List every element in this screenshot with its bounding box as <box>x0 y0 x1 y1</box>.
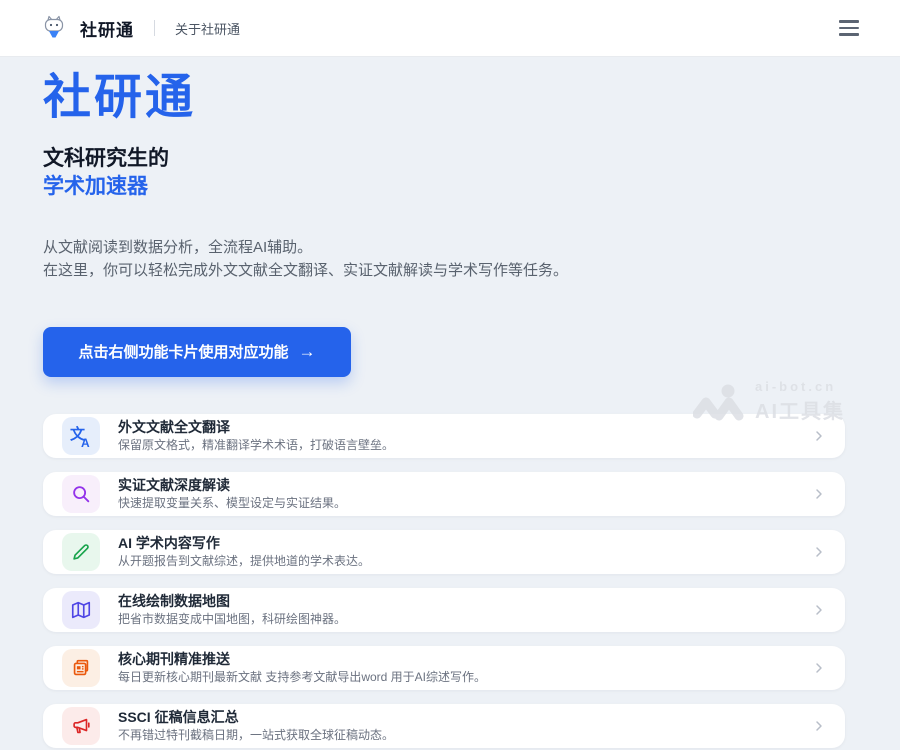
feature-card-interpret[interactable]: 实证文献深度解读 快速提取变量关系、模型设定与实证结果。 <box>43 472 845 516</box>
feature-title: 在线绘制数据地图 <box>118 593 811 610</box>
nav-brand-group: 社研通 关于社研通 <box>42 15 240 41</box>
feature-card-ssci[interactable]: SSCI 征稿信息汇总 不再错过特刊截稿日期，一站式获取全球征稿动态。 <box>43 704 845 748</box>
cta-button[interactable]: 点击右侧功能卡片使用对应功能 → <box>43 327 351 377</box>
chevron-right-icon <box>811 428 827 444</box>
main-content: 社研通 文科研究生的 学术加速器 从文献阅读到数据分析，全流程AI辅助。 在这里… <box>0 57 900 748</box>
feature-desc: 把省市数据变成中国地图，科研绘图神器。 <box>118 612 811 626</box>
hero-subtitle-line2: 学术加速器 <box>43 173 845 201</box>
chevron-right-icon <box>811 486 827 502</box>
nav-divider <box>154 20 155 36</box>
watermark-url: ai-bot.cn <box>755 379 836 394</box>
translate-icon: 文 A <box>62 417 100 455</box>
feature-desc: 快速提取变量关系、模型设定与实证结果。 <box>118 496 811 510</box>
feature-desc: 每日更新核心期刊最新文献 支持参考文献导出word 用于AI综述写作。 <box>118 670 811 684</box>
map-icon <box>62 591 100 629</box>
feature-card-map[interactable]: 在线绘制数据地图 把省市数据变成中国地图，科研绘图神器。 <box>43 588 845 632</box>
feature-title: 核心期刊精准推送 <box>118 651 811 668</box>
newspaper-icon <box>62 649 100 687</box>
feature-card-list: 文 A 外文文献全文翻译 保留原文格式，精准翻译学术术语，打破语言壁垒。 实证文… <box>43 414 845 748</box>
feature-card-journal-push[interactable]: 核心期刊精准推送 每日更新核心期刊最新文献 支持参考文献导出word 用于AI综… <box>43 646 845 690</box>
feature-desc: 保留原文格式，精准翻译学术术语，打破语言壁垒。 <box>118 438 811 452</box>
feature-title: SSCI 征稿信息汇总 <box>118 709 811 726</box>
feature-card-writing[interactable]: AI 学术内容写作 从开题报告到文献综述，提供地道的学术表达。 <box>43 530 845 574</box>
chevron-right-icon <box>811 660 827 676</box>
feature-desc: 从开题报告到文献综述，提供地道的学术表达。 <box>118 554 811 568</box>
feature-title: AI 学术内容写作 <box>118 535 811 552</box>
navbar: 社研通 关于社研通 <box>0 0 900 57</box>
brand-name: 社研通 <box>80 16 134 41</box>
hero-subtitle-line1: 文科研究生的 <box>43 145 845 173</box>
feature-title: 外文文献全文翻译 <box>118 419 811 436</box>
about-link[interactable]: 关于社研通 <box>175 19 240 38</box>
hamburger-menu-icon[interactable] <box>835 16 863 40</box>
pencil-icon <box>62 533 100 571</box>
svg-text:A: A <box>81 436 90 448</box>
cta-label: 点击右侧功能卡片使用对应功能 <box>78 341 288 362</box>
megaphone-icon <box>62 707 100 745</box>
search-icon <box>62 475 100 513</box>
feature-card-translate[interactable]: 文 A 外文文献全文翻译 保留原文格式，精准翻译学术术语，打破语言壁垒。 <box>43 414 845 458</box>
hero-description: 从文献阅读到数据分析，全流程AI辅助。 在这里，你可以轻松完成外文文献全文翻译、… <box>43 236 845 282</box>
feature-desc: 不再错过特刊截稿日期，一站式获取全球征稿动态。 <box>118 728 811 742</box>
chevron-right-icon <box>811 544 827 560</box>
hero-desc-line1: 从文献阅读到数据分析，全流程AI辅助。 <box>43 236 845 259</box>
hero-subtitle: 文科研究生的 学术加速器 <box>43 145 845 201</box>
feature-title: 实证文献深度解读 <box>118 477 811 494</box>
chevron-right-icon <box>811 718 827 734</box>
arrow-right-icon: → <box>299 342 316 362</box>
cat-logo-icon <box>42 15 66 41</box>
chevron-right-icon <box>811 602 827 618</box>
hero-desc-line2: 在这里，你可以轻松完成外文文献全文翻译、实证文献解读与学术写作等任务。 <box>43 259 845 282</box>
page-title: 社研通 <box>43 72 845 125</box>
